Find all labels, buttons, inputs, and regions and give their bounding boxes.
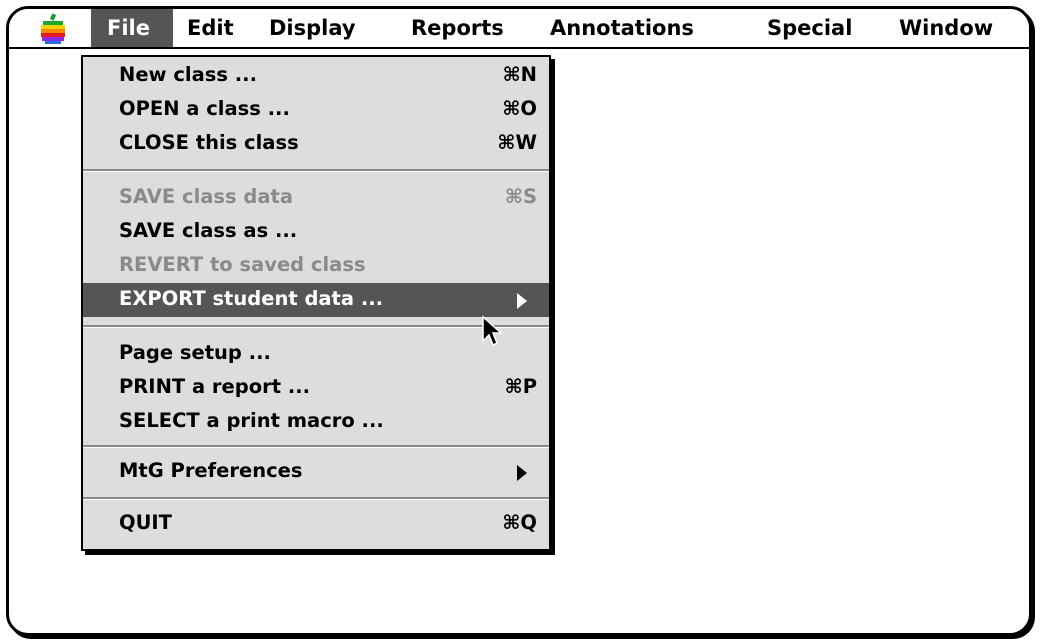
menu-item-close-class[interactable]: CLOSE this class ⌘W [83, 127, 549, 161]
menu-item-export-student-data[interactable]: EXPORT student data ... [83, 283, 549, 317]
menu-item-label: MtG Preferences [119, 459, 303, 482]
menu-window[interactable]: Window [899, 9, 993, 47]
menu-item-print-report[interactable]: PRINT a report ... ⌘P [83, 371, 549, 405]
menu-item-label: CLOSE this class [119, 131, 299, 154]
menu-separator [83, 497, 549, 500]
menu-file[interactable]: File [91, 9, 173, 47]
menu-item-label: New class ... [119, 63, 257, 86]
menu-display[interactable]: Display [269, 9, 356, 47]
menu-item-page-setup[interactable]: Page setup ... [83, 337, 549, 371]
menu-item-open-class[interactable]: OPEN a class ... ⌘O [83, 93, 549, 127]
submenu-arrow-icon [517, 293, 527, 309]
menu-item-select-print-macro[interactable]: SELECT a print macro ... [83, 405, 549, 439]
menu-separator [83, 325, 549, 328]
menu-reports[interactable]: Reports [411, 9, 504, 47]
menu-separator [83, 445, 549, 448]
menu-item-label: QUIT [119, 511, 172, 534]
menu-item-new-class[interactable]: New class ... ⌘N [83, 59, 549, 93]
menu-item-label: REVERT to saved class [119, 253, 366, 276]
shortcut-label: ⌘P [504, 375, 537, 398]
menu-item-mtg-preferences[interactable]: MtG Preferences [83, 455, 549, 489]
menu-item-save-class-data: SAVE class data ⌘S [83, 181, 549, 215]
file-menu-dropdown: New class ... ⌘N OPEN a class ... ⌘O CLO… [81, 55, 551, 551]
menu-item-revert-class: REVERT to saved class [83, 249, 549, 283]
menu-item-label: OPEN a class ... [119, 97, 290, 120]
shortcut-label: ⌘Q [502, 511, 537, 534]
menu-item-label: SELECT a print macro ... [119, 409, 384, 432]
menu-item-label: SAVE class data [119, 185, 294, 208]
menu-item-label: SAVE class as ... [119, 219, 298, 242]
menu-item-label: Page setup ... [119, 341, 271, 364]
menu-special[interactable]: Special [767, 9, 852, 47]
menu-item-label: EXPORT student data ... [119, 287, 384, 310]
menu-separator [83, 169, 549, 172]
menu-bar: File Edit Display Reports Annotations Sp… [9, 9, 1029, 49]
apple-menu-icon[interactable] [33, 13, 73, 47]
screen-frame: File Edit Display Reports Annotations Sp… [6, 6, 1032, 636]
mouse-pointer-icon [482, 315, 503, 347]
shortcut-label: ⌘W [497, 131, 537, 154]
shortcut-label: ⌘O [502, 97, 537, 120]
menu-annotations[interactable]: Annotations [550, 9, 694, 47]
shortcut-label: ⌘S [504, 185, 537, 208]
menu-item-quit[interactable]: QUIT ⌘Q [83, 507, 549, 541]
submenu-arrow-icon [517, 465, 527, 481]
menu-item-label: PRINT a report ... [119, 375, 311, 398]
shortcut-label: ⌘N [502, 63, 537, 86]
menu-edit[interactable]: Edit [187, 9, 234, 47]
menu-item-save-class-as[interactable]: SAVE class as ... [83, 215, 549, 249]
